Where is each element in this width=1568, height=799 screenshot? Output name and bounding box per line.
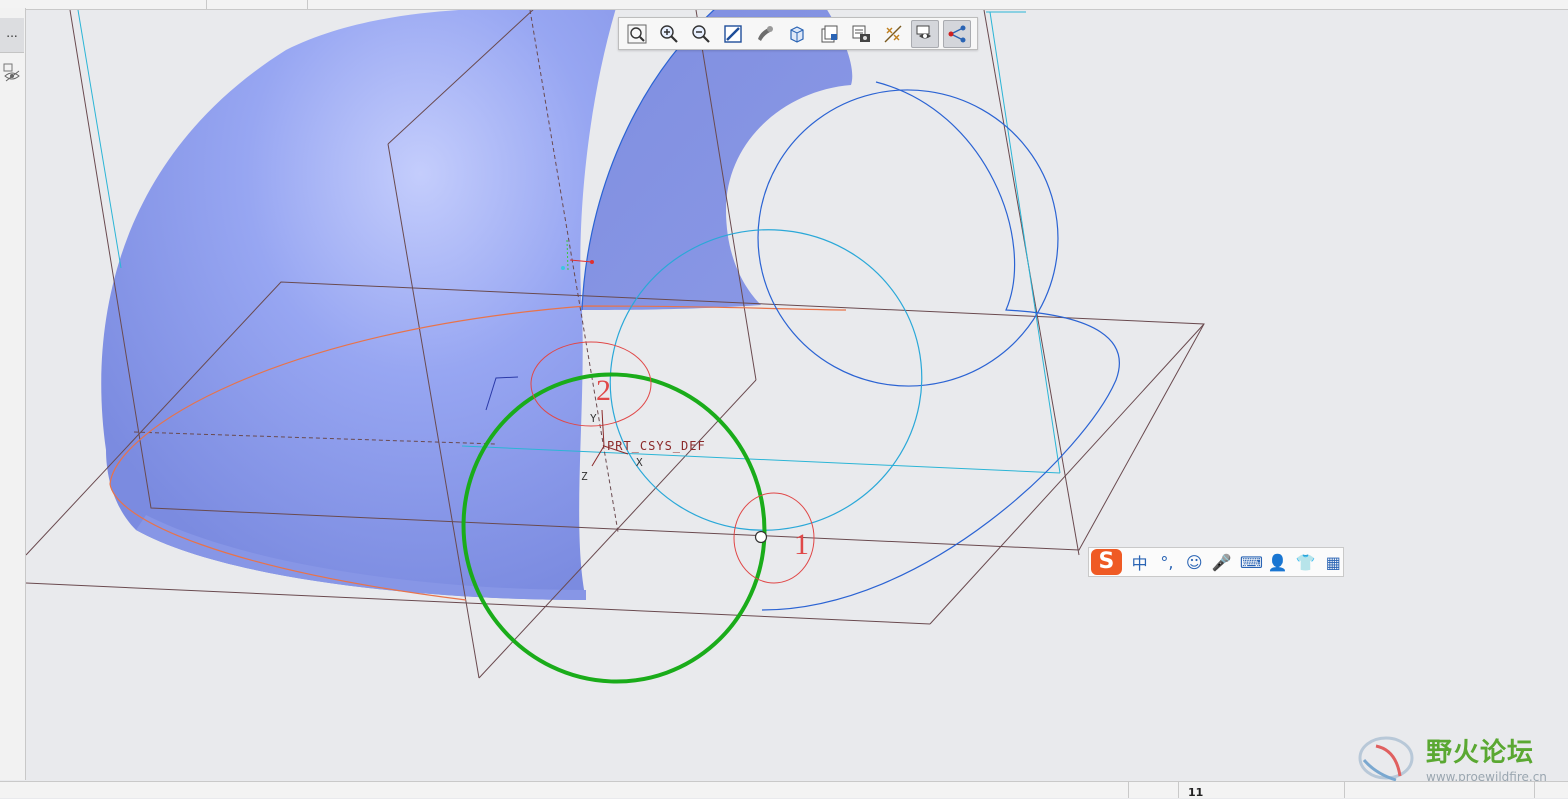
spin-center-button[interactable] <box>943 19 971 48</box>
display-style-icon <box>758 25 773 41</box>
datum-display-icon <box>884 25 902 42</box>
annotation-label-1: 1 <box>794 528 809 561</box>
zoom-in-icon <box>660 24 678 43</box>
smiley-icon[interactable]: ☺ <box>1185 553 1204 572</box>
view-manager-button[interactable] <box>847 20 875 48</box>
zoom-out-button[interactable] <box>687 20 715 48</box>
refit-button[interactable] <box>623 20 651 48</box>
datum-display-button[interactable] <box>879 20 907 48</box>
status-bar: 11 <box>0 781 1568 799</box>
named-views-button[interactable] <box>815 20 843 48</box>
model-tree-panel-edge: ... <box>0 8 26 780</box>
ime-chinese-mode[interactable]: 中 <box>1130 550 1149 574</box>
tangent-point-marker[interactable] <box>754 530 768 544</box>
show-hide-icon[interactable] <box>2 62 22 82</box>
forum-logo-icon <box>1358 736 1414 782</box>
csys-x-label: X <box>636 456 643 469</box>
view-manager-icon <box>852 25 870 42</box>
ime-punctuation[interactable]: °, <box>1157 553 1176 572</box>
saved-orientations-button[interactable] <box>783 20 811 48</box>
graphics-viewport[interactable]: 2 1 Y X Z PRT_CSYS_DEF <box>26 10 1568 780</box>
spin-center-icon <box>948 25 966 42</box>
zoom-out-icon <box>692 24 710 43</box>
watermark-title: 野火论坛 <box>1426 738 1535 768</box>
microphone-icon[interactable]: 🎤 <box>1212 553 1232 572</box>
dome-surface[interactable] <box>101 10 616 600</box>
annotation-label-2: 2 <box>596 374 611 407</box>
top-circle-curve[interactable] <box>739 71 1077 406</box>
dome-inner-surface[interactable] <box>582 10 853 310</box>
csys-z-label: Z <box>581 470 588 483</box>
toolbox-grid-icon[interactable]: ▦ <box>1324 553 1343 572</box>
annotation-display-icon <box>916 25 931 38</box>
view-toolbar <box>618 17 978 50</box>
csys-name-label: PRT_CSYS_DEF <box>607 439 706 453</box>
csys-y-label: Y <box>590 412 597 425</box>
repaint-icon <box>724 24 742 43</box>
refit-icon <box>627 24 647 43</box>
annotation-display-button[interactable] <box>911 19 939 48</box>
zoom-in-button[interactable] <box>655 20 683 48</box>
sweep-outer-curve[interactable] <box>761 81 1120 611</box>
repaint-button[interactable] <box>719 20 747 48</box>
skin-shirt-icon[interactable]: 👕 <box>1296 553 1316 572</box>
ime-logo-icon[interactable]: S <box>1091 549 1122 575</box>
ime-toolbar: S 中 °, ☺ 🎤 ⌨ 👤 👕 ▦ <box>1088 547 1344 577</box>
keyboard-icon[interactable]: ⌨ <box>1240 553 1263 572</box>
user-icon[interactable]: 👤 <box>1268 553 1288 572</box>
named-views-icon <box>821 25 838 42</box>
model-tree-tab[interactable]: ... <box>0 18 24 53</box>
top-window-strip <box>0 0 1568 10</box>
status-number: 11 <box>1188 786 1204 799</box>
display-style-button[interactable] <box>751 20 779 48</box>
model-scene[interactable]: 2 1 Y X Z PRT_CSYS_DEF <box>26 10 1568 780</box>
saved-orientations-icon <box>790 25 804 43</box>
